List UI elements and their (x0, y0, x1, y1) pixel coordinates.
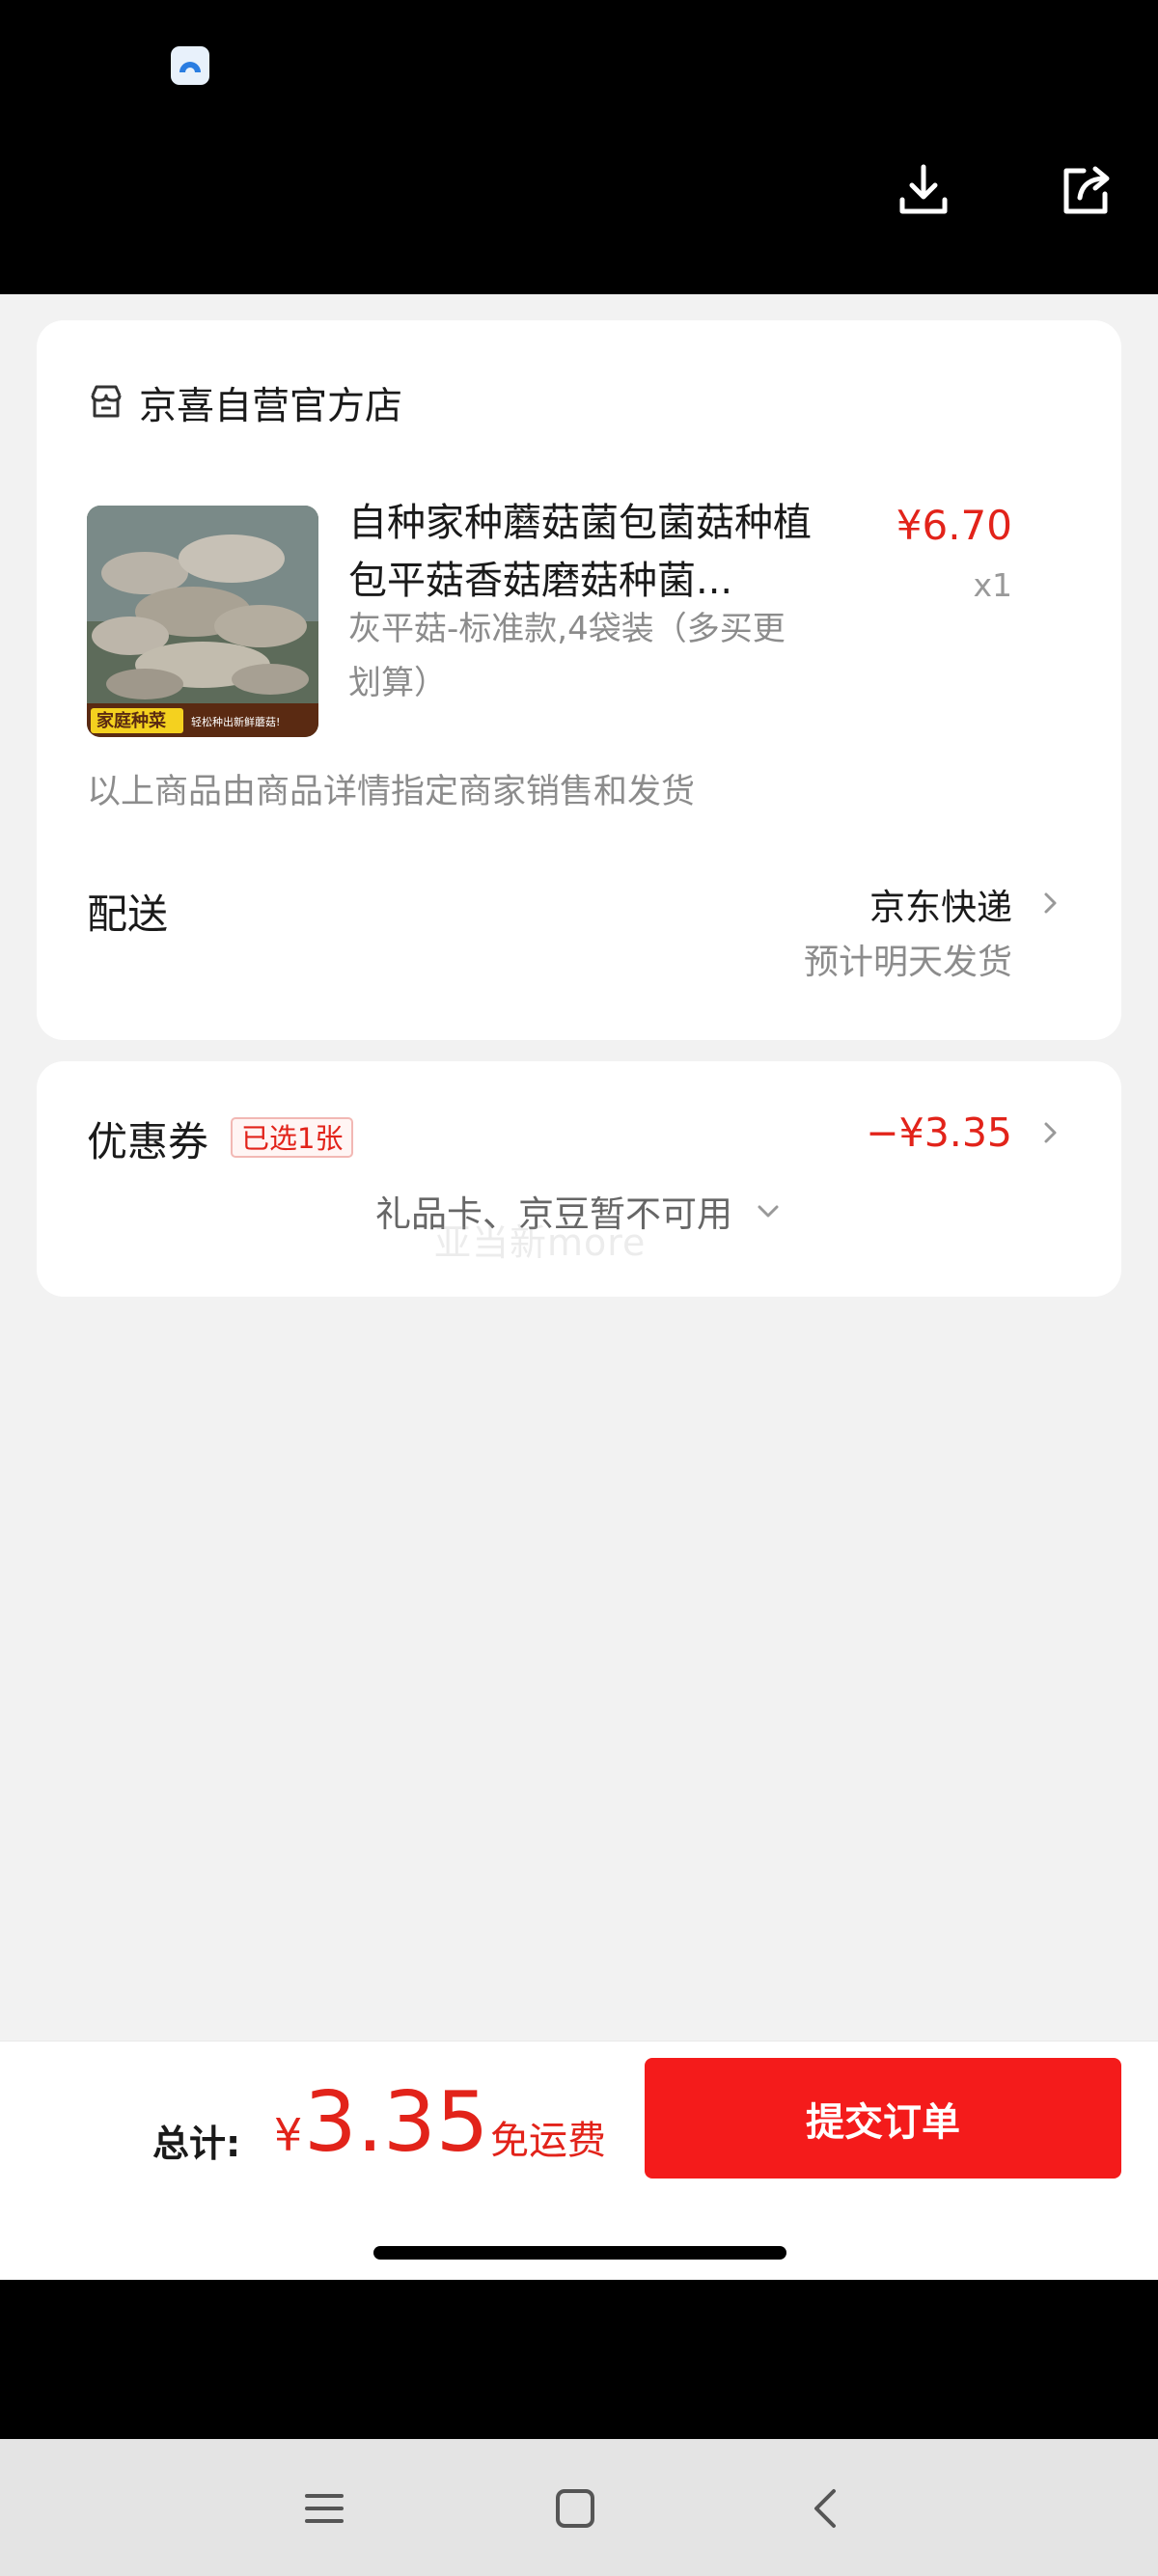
app-badge-icon (171, 46, 209, 85)
chevron-right-icon (1036, 1119, 1063, 1146)
product-quantity: x1 (973, 566, 1012, 604)
total-amount: 3.35 (304, 2074, 489, 2171)
coupon-card: 优惠券 已选1张 −¥3.35 礼品卡、京豆暂不可用 亚当新more (37, 1061, 1121, 1297)
order-card: 京喜自营官方店 家庭种菜 轻松种出新鲜蘑菇! 自种家种蘑菇菌包菌菇种植包平菇香菇… (37, 320, 1121, 1040)
checkout-bar: 总计: ¥ 3.35 免运费 提交订单 (0, 2041, 1158, 2280)
share-icon[interactable] (1055, 159, 1117, 221)
download-icon[interactable] (893, 159, 954, 221)
product-image[interactable]: 家庭种菜 轻松种出新鲜蘑菇! (87, 506, 318, 737)
home-indicator[interactable] (373, 2246, 786, 2260)
back-chevron-icon[interactable] (798, 2480, 856, 2537)
image-caption: 家庭种菜 (96, 710, 166, 731)
menu-icon[interactable] (295, 2480, 353, 2537)
watermark: 亚当新more (434, 1221, 647, 1264)
chevron-down-icon (754, 1196, 783, 1225)
submit-order-button[interactable]: 提交订单 (645, 2058, 1121, 2179)
system-nav-bar (0, 2439, 1158, 2576)
store-header[interactable]: 京喜自营官方店 (87, 376, 402, 430)
screen-black-band (0, 2280, 1158, 2439)
total-currency: ¥ (274, 2109, 303, 2161)
chevron-right-icon (1036, 890, 1063, 917)
home-square-icon[interactable] (546, 2480, 604, 2537)
coupon-label: 优惠券 (87, 1118, 209, 1165)
total-label: 总计: (152, 2123, 241, 2165)
coupon-discount: −¥3.35 (866, 1110, 1012, 1156)
product-title[interactable]: 自种家种蘑菇菌包菌菇种植包平菇香菇磨菇种菌... (348, 494, 821, 610)
product-price: ¥6.70 (896, 502, 1012, 549)
top-bar (0, 0, 1158, 294)
product-variant: 灰平菇-标准款,4袋装（多买更划算） (348, 610, 786, 702)
shipping-label: 配送 (87, 891, 169, 938)
free-shipping-label: 免运费 (490, 2119, 606, 2163)
store-name: 京喜自营官方店 (139, 385, 403, 428)
seller-note: 以上商品由商品详情指定商家销售和发货 (87, 773, 696, 811)
coupon-selected-badge: 已选1张 (231, 1117, 354, 1158)
shipping-eta: 预计明天发货 (803, 943, 1012, 982)
order-content: 京喜自营官方店 家庭种菜 轻松种出新鲜蘑菇! 自种家种蘑菇菌包菌菇种植包平菇香菇… (0, 294, 1158, 2041)
image-subcaption: 轻松种出新鲜蘑菇! (191, 715, 280, 728)
store-icon (87, 382, 125, 425)
shipping-method: 京东快递 (869, 887, 1012, 928)
